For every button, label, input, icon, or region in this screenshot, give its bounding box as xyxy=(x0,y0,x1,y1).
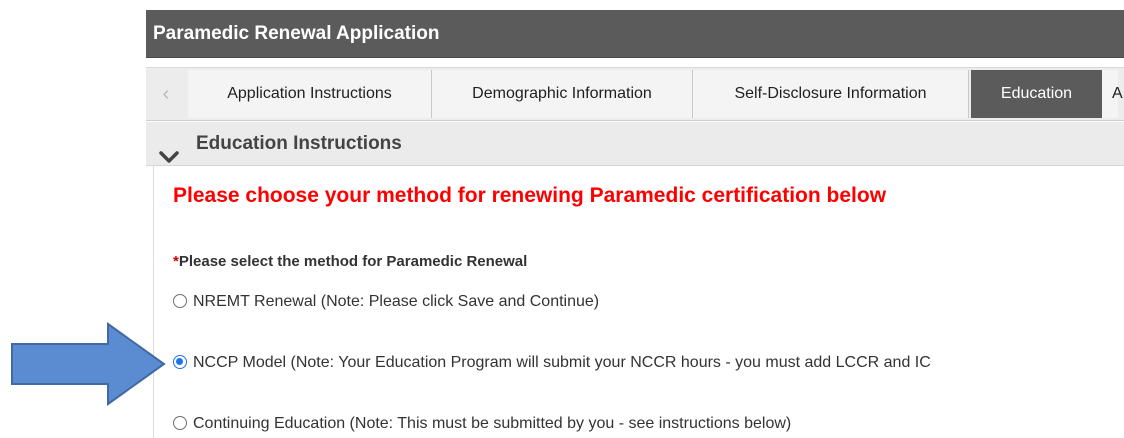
arrow-right-icon xyxy=(10,322,168,411)
app-header: Paramedic Renewal Application xyxy=(146,10,1124,58)
renewal-method-question: *Please select the method for Paramedic … xyxy=(173,253,527,270)
tab-label: Education xyxy=(1000,85,1073,102)
option-continuing-education[interactable]: Continuing Education (Note: This must be… xyxy=(173,412,791,436)
radio-nremt-renewal[interactable] xyxy=(173,293,187,308)
option-nccp-model[interactable]: NCCP Model (Note: Your Education Program… xyxy=(173,351,931,375)
tab-scroll-left-button[interactable]: ‹ xyxy=(146,68,186,120)
option-label: NCCP Model (Note: Your Education Program… xyxy=(193,354,931,371)
renewal-instructions: Please choose your method for renewing P… xyxy=(173,184,887,207)
page-title: Paramedic Renewal Application xyxy=(153,23,440,44)
tab-label: Demographic Information xyxy=(472,85,652,102)
tab-bar: ‹ Application Instructions Demographic I… xyxy=(146,67,1124,121)
section-title: Education Instructions xyxy=(196,133,402,154)
tab-demographic-information[interactable]: Demographic Information xyxy=(432,70,693,118)
option-label: Continuing Education (Note: This must be… xyxy=(193,415,792,432)
education-instructions-toggle[interactable]: Education Instructions xyxy=(146,122,1124,166)
radio-nccp-model[interactable] xyxy=(173,354,187,369)
tab-label: Application Instructions xyxy=(227,85,392,102)
tab-next-label: A xyxy=(1112,85,1123,102)
option-label: NREMT Renewal (Note: Please click Save a… xyxy=(193,293,600,310)
option-nremt-renewal[interactable]: NREMT Renewal (Note: Please click Save a… xyxy=(173,290,599,314)
tab-application-instructions[interactable]: Application Instructions xyxy=(188,70,432,118)
tab-self-disclosure-information[interactable]: Self-Disclosure Information xyxy=(693,70,969,118)
question-label: Please select the method for Paramedic R… xyxy=(178,253,528,270)
radio-continuing-education[interactable] xyxy=(173,415,187,430)
tab-label: Self-Disclosure Information xyxy=(734,85,927,102)
tab-education[interactable]: Education xyxy=(971,70,1102,118)
chevron-left-icon: ‹ xyxy=(162,83,170,105)
